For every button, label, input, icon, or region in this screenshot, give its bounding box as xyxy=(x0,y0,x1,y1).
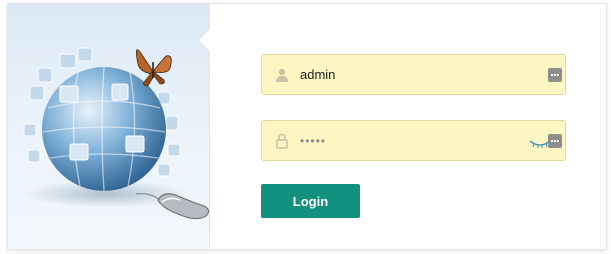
lock-icon xyxy=(274,133,290,149)
login-button[interactable]: Login xyxy=(261,184,360,218)
username-value[interactable]: admin xyxy=(300,55,335,95)
password-value[interactable]: ••••• xyxy=(300,121,326,161)
login-card: admin ••••• Login xyxy=(7,3,607,250)
password-field[interactable]: ••••• xyxy=(261,120,566,161)
puzzle-globe-illustration xyxy=(23,47,210,220)
illustration-panel xyxy=(8,4,210,249)
keyboard-icon[interactable] xyxy=(548,68,562,82)
keyboard-icon[interactable] xyxy=(548,134,562,148)
user-icon xyxy=(274,67,290,83)
username-field[interactable]: admin xyxy=(261,54,566,95)
